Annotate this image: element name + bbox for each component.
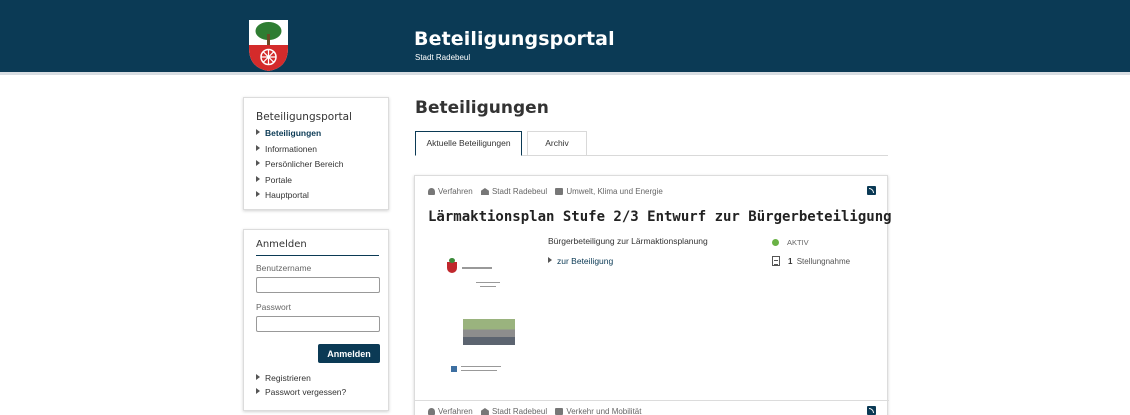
username-label: Benutzername [256,263,312,273]
caret-right-icon [256,175,260,182]
caret-right-icon [256,388,260,394]
statements-label: Stellungnahme [796,257,851,266]
card-divider [415,400,889,401]
thumbnail-logo [447,258,457,273]
login-panel: Anmelden Benutzername Passwort Anmelden … [243,229,389,411]
meta-org: Stadt Radebeul [480,407,548,415]
meta-type-label: Verfahren [438,187,473,196]
sidebar-item-beteiligungen[interactable]: Beteiligungen [256,126,343,142]
sidebar-item-label: Persönlicher Bereich [265,159,344,169]
sidebar-item-informationen[interactable]: Informationen [256,142,343,158]
caret-right-icon [256,129,260,135]
rss-icon[interactable] [867,186,876,195]
thumbnail-mark [451,366,457,372]
tab-bar: Aktuelle Beteiligungen Archiv [415,131,888,156]
sidebar-item-portale[interactable]: Portale [256,173,343,189]
meta-org-label: Stadt Radebeul [491,407,548,415]
caret-right-icon [256,144,260,151]
sidebar-item-hauptportal[interactable]: Hauptportal [256,188,343,204]
caret-right-icon [256,374,260,380]
status-label: AKTIV [787,238,809,247]
forgot-password-label: Passwort vergessen? [265,387,347,397]
sidebar-nav: Beteiligungsportal Beteiligungen Informa… [243,97,389,210]
sidebar-item-label: Hauptportal [265,190,309,200]
sidebar-title: Beteiligungsportal [256,111,352,123]
thumbnail-text-line [461,366,501,367]
sidebar-item-persoenlicher-bereich[interactable]: Persönlicher Bereich [256,157,343,173]
tab-aktuelle-beteiligungen[interactable]: Aktuelle Beteiligungen [415,131,522,156]
town-hall-icon [480,188,489,195]
page-title: Beteiligungen [415,98,549,118]
tree-icon [428,408,435,415]
register-label: Registrieren [265,373,311,383]
card-title[interactable]: Lärmaktionsplan Stufe 2/3 Entwurf zur Bü… [428,209,892,225]
site-header: Beteiligungsportal Stadt Radebeul [0,0,1130,75]
meta-org-label: Stadt Radebeul [491,187,548,196]
caret-right-icon [256,191,260,197]
thumbnail-text-line [476,282,500,283]
town-hall-icon [480,408,489,415]
sidebar-item-label: Beteiligungen [265,128,322,138]
rss-icon[interactable] [867,406,876,415]
card-description: Bürgerbeteiligung zur Lärmaktionsplanung [548,236,708,246]
sidebar-item-label: Portale [265,174,292,185]
login-button[interactable]: Anmelden [318,344,380,363]
status-badge: AKTIV [772,238,809,247]
statements-count[interactable]: 1 Stellungnahme [772,256,850,266]
meta-type-label: Verfahren [438,407,473,415]
tree-icon [428,188,435,195]
login-links: Registrieren Passwort vergessen? [256,371,346,399]
username-input[interactable] [256,277,380,293]
password-input[interactable] [256,316,380,332]
participation-card: Verfahren Stadt Radebeul Umwelt, Klima u… [414,175,892,415]
meta-category: Umwelt, Klima und Energie [555,187,663,196]
document-thumbnail[interactable] [443,246,533,382]
participation-link-label: zur Beteiligung [557,256,614,266]
caret-right-icon [256,160,260,166]
sidebar-list: Beteiligungen Informationen Persönlicher… [256,126,343,204]
statements-number: 1 [788,257,793,266]
document-icon [772,256,780,266]
thumbnail-text-line [461,370,497,371]
meta-org: Stadt Radebeul [480,187,548,196]
thumbnail-photo [463,319,515,345]
caret-right-icon [548,257,552,263]
folder-icon [555,408,564,415]
thumbnail-text-line [480,286,496,287]
card-meta: Verfahren Stadt Radebeul Verkehr und Mob… [428,407,647,415]
portal-title[interactable]: Beteiligungsportal [414,28,615,50]
card-meta: Verfahren Stadt Radebeul Umwelt, Klima u… [428,187,669,196]
meta-category-label: Umwelt, Klima und Energie [566,187,663,196]
status-dot-icon [772,239,779,246]
thumbnail-text-line [462,267,492,269]
meta-category: Verkehr und Mobilität [555,407,641,415]
sidebar-item-label: Informationen [265,143,317,154]
participation-link[interactable]: zur Beteiligung [548,256,613,266]
forgot-password-link[interactable]: Passwort vergessen? [256,385,346,399]
portal-subtitle: Stadt Radebeul [415,53,471,62]
meta-category-label: Verkehr und Mobilität [566,407,642,415]
login-title: Anmelden [256,239,307,250]
meta-type: Verfahren [428,407,473,415]
meta-type: Verfahren [428,187,473,196]
folder-icon [555,188,564,195]
password-label: Passwort [256,302,291,312]
register-link[interactable]: Registrieren [256,371,346,385]
coat-of-arms-logo[interactable] [247,18,290,72]
login-divider [256,255,379,256]
tab-archiv[interactable]: Archiv [527,131,587,156]
